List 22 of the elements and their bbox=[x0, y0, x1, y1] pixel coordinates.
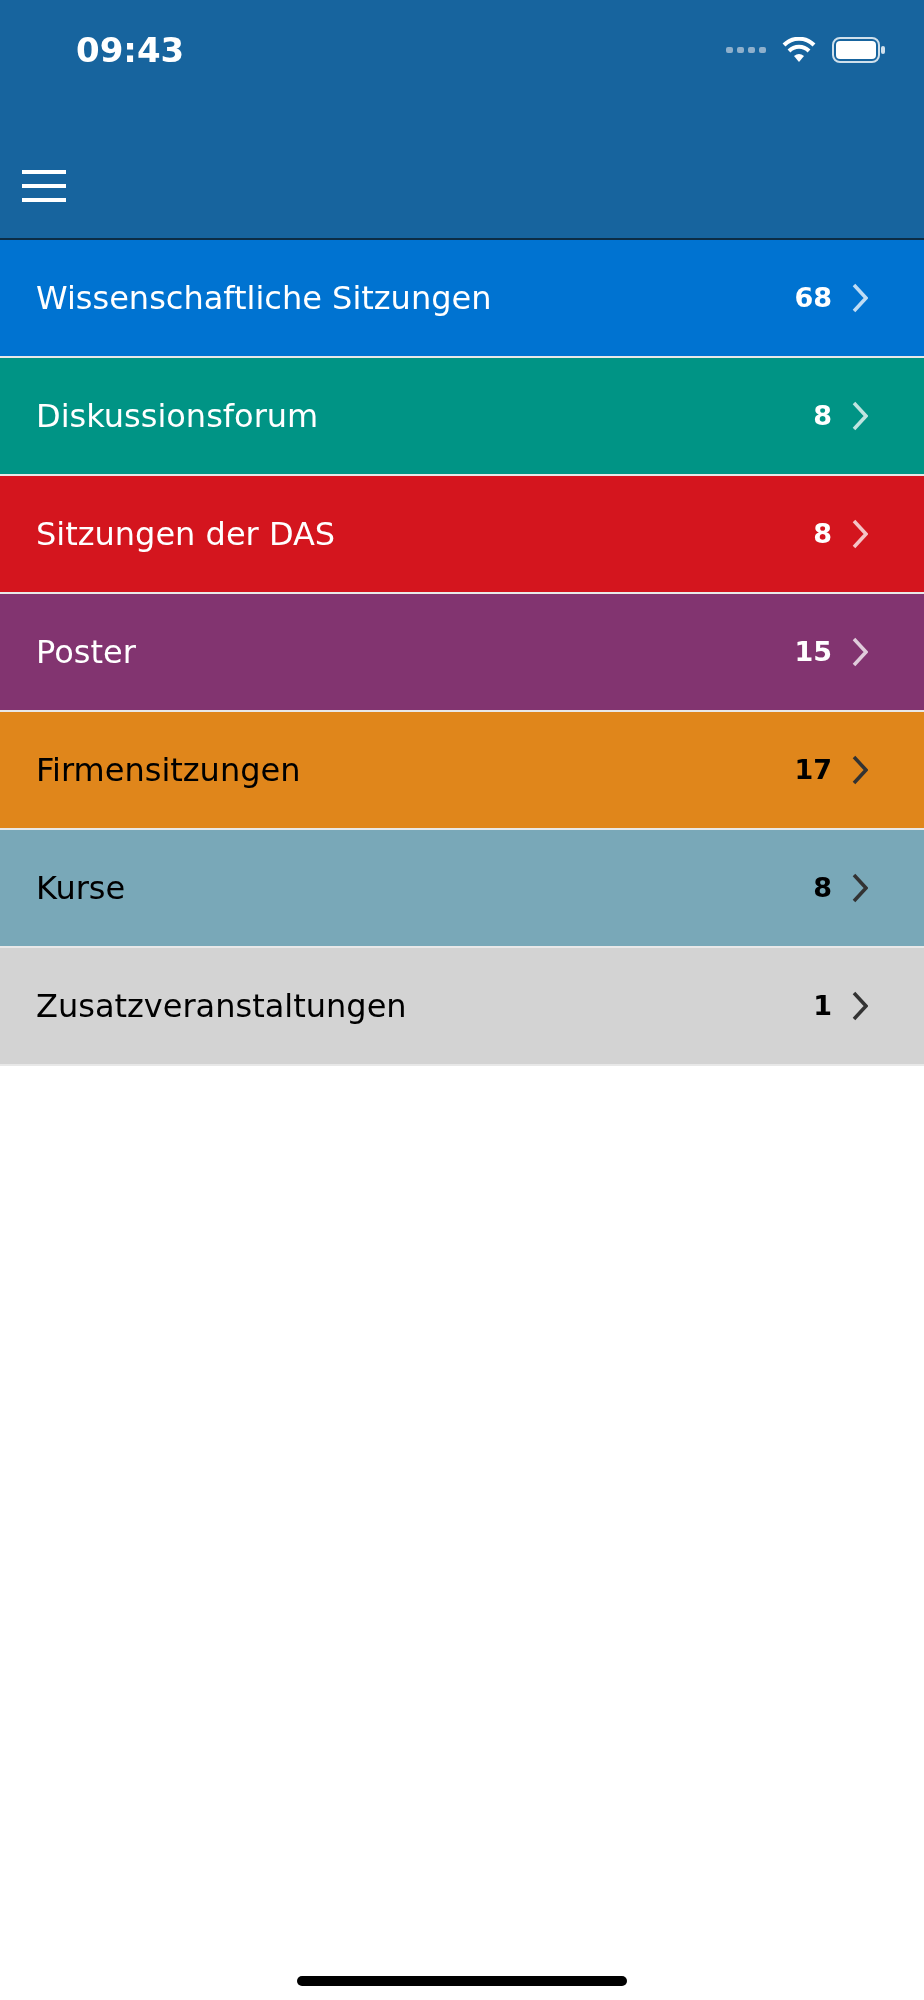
category-row[interactable]: Sitzungen der DAS 8 bbox=[0, 476, 924, 594]
category-label: Firmensitzungen bbox=[36, 750, 302, 791]
category-row[interactable]: Wissenschaftliche Sitzungen 68 bbox=[0, 240, 924, 358]
category-count: 68 bbox=[794, 280, 832, 315]
category-row[interactable]: Diskussionsforum 8 bbox=[0, 358, 924, 476]
category-count: 15 bbox=[794, 634, 832, 669]
status-time: 09:43 bbox=[76, 28, 185, 72]
category-label: Poster bbox=[36, 632, 137, 673]
category-count: 1 bbox=[813, 988, 832, 1023]
category-count: 17 bbox=[794, 752, 832, 787]
category-label: Kurse bbox=[36, 868, 127, 909]
category-count: 8 bbox=[813, 398, 832, 433]
category-row[interactable]: Firmensitzungen 17 bbox=[0, 712, 924, 830]
category-row[interactable]: Poster 15 bbox=[0, 594, 924, 712]
category-label: Zusatzveranstaltungen bbox=[36, 986, 408, 1027]
category-count: 8 bbox=[813, 516, 832, 551]
category-label: Wissenschaftliche Sitzungen bbox=[36, 278, 493, 319]
category-row[interactable]: Kurse 8 bbox=[0, 830, 924, 948]
category-count: 8 bbox=[813, 870, 832, 905]
category-label: Diskussionsforum bbox=[36, 396, 320, 437]
category-row[interactable]: Zusatzveranstaltungen 1 bbox=[0, 948, 924, 1066]
category-label: Sitzungen der DAS bbox=[36, 514, 337, 555]
